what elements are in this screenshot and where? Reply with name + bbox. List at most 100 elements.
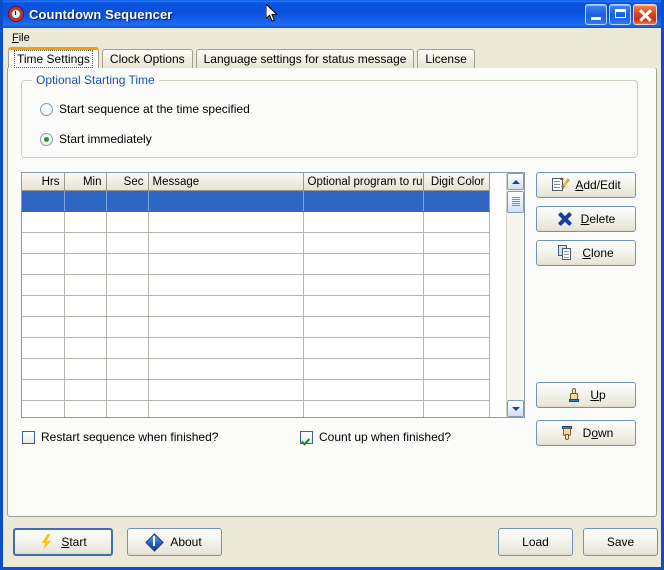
clone-button[interactable]: Clone <box>536 240 636 266</box>
count-up-checkbox[interactable]: Count up when finished? <box>300 430 451 444</box>
cell-min[interactable] <box>64 400 107 417</box>
cell-digit-color[interactable] <box>423 400 490 417</box>
cell-min[interactable] <box>64 190 107 212</box>
column-header-digit-color[interactable]: Digit Color <box>423 173 490 191</box>
move-up-button[interactable]: Up <box>536 382 636 408</box>
column-header-optional-program[interactable]: Optional program to run <box>303 173 424 191</box>
scroll-down-button[interactable] <box>507 400 524 417</box>
table-row[interactable] <box>22 316 490 338</box>
cell-digit-color[interactable] <box>423 358 490 380</box>
cell-min[interactable] <box>64 232 107 254</box>
cell-optional-program[interactable] <box>303 232 424 254</box>
cell-digit-color[interactable] <box>423 379 490 401</box>
start-button[interactable]: Start <box>13 528 113 556</box>
sequence-grid[interactable]: Hrs Min Sec Message Optional program to … <box>21 172 525 418</box>
cell-optional-program[interactable] <box>303 253 424 275</box>
scrollbar-thumb[interactable] <box>507 191 524 213</box>
cell-hrs[interactable] <box>22 232 65 254</box>
table-row[interactable] <box>22 253 490 275</box>
cell-optional-program[interactable] <box>303 190 424 212</box>
table-row[interactable] <box>22 211 490 233</box>
cell-digit-color[interactable] <box>423 337 490 359</box>
cell-sec[interactable] <box>106 232 149 254</box>
radio-start-immediately[interactable]: Start immediately <box>40 132 152 146</box>
add-edit-button[interactable]: Add/Edit <box>536 172 636 198</box>
cell-hrs[interactable] <box>22 211 65 233</box>
radio-start-at-specified-time[interactable]: Start sequence at the time specified <box>40 102 250 116</box>
cell-message[interactable] <box>148 316 304 338</box>
about-button[interactable]: About <box>127 528 222 556</box>
move-down-button[interactable]: Down <box>536 420 636 446</box>
delete-button[interactable]: Delete <box>536 206 636 232</box>
cell-sec[interactable] <box>106 316 149 338</box>
table-row[interactable] <box>22 358 490 380</box>
cell-hrs[interactable] <box>22 295 65 317</box>
cell-message[interactable] <box>148 400 304 417</box>
cell-min[interactable] <box>64 358 107 380</box>
cell-hrs[interactable] <box>22 400 65 417</box>
tab-time-settings[interactable]: Time Settings <box>8 47 99 68</box>
cell-hrs[interactable] <box>22 190 65 212</box>
grid-vertical-scrollbar[interactable] <box>506 173 524 417</box>
cell-sec[interactable] <box>106 253 149 275</box>
cell-min[interactable] <box>64 379 107 401</box>
cell-message[interactable] <box>148 379 304 401</box>
table-row[interactable] <box>22 274 490 296</box>
table-row[interactable] <box>22 190 490 212</box>
cell-hrs[interactable] <box>22 316 65 338</box>
cell-optional-program[interactable] <box>303 295 424 317</box>
cell-min[interactable] <box>64 274 107 296</box>
cell-digit-color[interactable] <box>423 211 490 233</box>
cell-digit-color[interactable] <box>423 316 490 338</box>
cell-message[interactable] <box>148 295 304 317</box>
cell-message[interactable] <box>148 232 304 254</box>
cell-message[interactable] <box>148 253 304 275</box>
cell-sec[interactable] <box>106 211 149 233</box>
cell-min[interactable] <box>64 253 107 275</box>
table-row[interactable] <box>22 379 490 401</box>
cell-message[interactable] <box>148 211 304 233</box>
cell-optional-program[interactable] <box>303 400 424 417</box>
cell-sec[interactable] <box>106 337 149 359</box>
table-row[interactable] <box>22 232 490 254</box>
cell-hrs[interactable] <box>22 274 65 296</box>
load-button[interactable]: Load <box>498 528 573 556</box>
column-header-min[interactable]: Min <box>64 173 107 191</box>
cell-message[interactable] <box>148 274 304 296</box>
cell-sec[interactable] <box>106 400 149 417</box>
column-header-hrs[interactable]: Hrs <box>22 173 65 191</box>
cell-digit-color[interactable] <box>423 274 490 296</box>
cell-sec[interactable] <box>106 358 149 380</box>
cell-sec[interactable] <box>106 295 149 317</box>
cell-sec[interactable] <box>106 379 149 401</box>
scrollbar-track[interactable] <box>507 213 524 400</box>
table-row[interactable] <box>22 337 490 359</box>
cell-message[interactable] <box>148 358 304 380</box>
cell-min[interactable] <box>64 295 107 317</box>
scroll-up-button[interactable] <box>507 173 524 190</box>
cell-digit-color[interactable] <box>423 232 490 254</box>
maximize-button[interactable] <box>609 3 631 25</box>
cell-optional-program[interactable] <box>303 274 424 296</box>
cell-optional-program[interactable] <box>303 358 424 380</box>
close-button[interactable] <box>633 3 657 25</box>
menu-item-file[interactable]: File <box>8 31 34 45</box>
cell-message[interactable] <box>148 190 304 212</box>
cell-hrs[interactable] <box>22 358 65 380</box>
minimize-button[interactable] <box>585 3 607 25</box>
save-button[interactable]: Save <box>583 528 658 556</box>
cell-min[interactable] <box>64 316 107 338</box>
cell-digit-color[interactable] <box>423 295 490 317</box>
cell-optional-program[interactable] <box>303 379 424 401</box>
cell-digit-color[interactable] <box>423 253 490 275</box>
tab-license[interactable]: License <box>417 49 475 68</box>
table-row[interactable] <box>22 400 490 417</box>
cell-hrs[interactable] <box>22 253 65 275</box>
cell-optional-program[interactable] <box>303 211 424 233</box>
cell-hrs[interactable] <box>22 337 65 359</box>
cell-message[interactable] <box>148 337 304 359</box>
column-header-sec[interactable]: Sec <box>106 173 149 191</box>
tab-clock-options[interactable]: Clock Options <box>101 49 193 68</box>
cell-optional-program[interactable] <box>303 337 424 359</box>
cell-sec[interactable] <box>106 274 149 296</box>
